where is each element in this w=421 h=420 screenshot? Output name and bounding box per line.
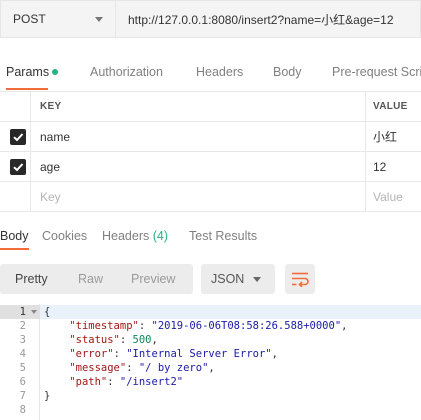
header-check-cell: [0, 92, 31, 121]
line-number: 1: [0, 305, 40, 319]
json-value: "2019-06-06T08:58:26.588+0000": [151, 320, 342, 332]
request-tabs: Params Authorization Headers Body Pre-re…: [0, 54, 421, 90]
json-key: "error": [69, 348, 114, 360]
tab-params-label: Params: [6, 65, 50, 79]
params-table-header: KEY VALUE: [0, 91, 421, 122]
json-key: "status": [69, 334, 120, 346]
line-number: 5: [19, 362, 26, 374]
tab-pre-request-script[interactable]: Pre-request Scri: [332, 54, 421, 90]
code-line: "timestamp": "2019-06-06T08:58:26.588+00…: [69, 320, 348, 332]
line-number-gutter: 1 2 3 4 5 6 7 8: [0, 304, 40, 420]
column-header-value: VALUE: [373, 101, 408, 112]
params-table: KEY VALUE name 小红 age 12 Key Value: [0, 91, 421, 212]
json-value: "/insert2": [119, 376, 184, 388]
preview-button[interactable]: Preview: [131, 264, 175, 294]
line-number: 7: [19, 390, 26, 402]
param-value-input[interactable]: 小红: [366, 122, 421, 151]
json-key: "path": [69, 376, 108, 388]
new-key-input[interactable]: Key: [31, 182, 366, 211]
line-number: 3: [19, 334, 26, 346]
raw-button[interactable]: Raw: [78, 264, 103, 294]
wrap-lines-button[interactable]: [285, 264, 315, 294]
fold-arrow-icon[interactable]: [31, 310, 37, 314]
column-header-key: KEY: [31, 92, 366, 121]
code-line: "error": "Internal Server Error",: [69, 348, 278, 360]
table-row: name 小红: [0, 122, 421, 152]
tab-headers[interactable]: Headers: [196, 54, 243, 90]
code-line: }: [44, 389, 50, 403]
response-body-viewer[interactable]: 1 2 3 4 5 6 7 8 { "timestamp": "2019-06-…: [0, 304, 421, 420]
code-line: "path": "/insert2": [69, 376, 184, 388]
method-label: POST: [13, 12, 46, 26]
chevron-down-icon: [95, 17, 103, 22]
line-number: 6: [19, 376, 26, 388]
tab-params[interactable]: Params: [6, 54, 59, 90]
open-brace: {: [44, 306, 51, 318]
row-check-cell: [0, 182, 31, 211]
json-value: "Internal Server Error": [126, 348, 272, 360]
method-select[interactable]: POST: [0, 0, 116, 38]
view-mode-group: Pretty Raw Preview: [0, 264, 193, 294]
wrap-lines-icon: [292, 272, 309, 287]
param-value-input[interactable]: 12: [366, 152, 421, 181]
line-number: 8: [19, 404, 26, 416]
row-check-cell: [0, 152, 31, 181]
table-row-empty: Key Value: [0, 182, 421, 212]
tab-cookies[interactable]: Cookies: [42, 224, 87, 250]
tab-response-headers[interactable]: Headers (4): [102, 224, 168, 250]
format-select[interactable]: JSON: [201, 264, 275, 294]
response-toolbar: Pretty Raw Preview JSON: [0, 264, 421, 296]
url-input[interactable]: http://127.0.0.1:8080/insert2?name=小红&ag…: [116, 0, 421, 38]
row-checkbox[interactable]: [10, 159, 26, 175]
json-value: "/ by zero": [138, 362, 209, 374]
tab-test-results[interactable]: Test Results: [189, 224, 257, 250]
json-key: "message": [69, 362, 127, 374]
line-number: 4: [19, 348, 26, 360]
tab-response-body[interactable]: Body: [0, 224, 29, 250]
row-check-cell: [0, 122, 31, 151]
param-key-input[interactable]: name: [31, 122, 366, 151]
chevron-down-icon: [253, 277, 261, 282]
request-bar: POST http://127.0.0.1:8080/insert2?name=…: [0, 0, 421, 40]
json-value: 500: [132, 334, 152, 346]
json-comma: ,: [151, 334, 158, 346]
checkmark-icon: [13, 163, 24, 172]
tab-authorization[interactable]: Authorization: [90, 54, 163, 90]
json-comma: ,: [341, 320, 348, 332]
param-key-input[interactable]: age: [31, 152, 366, 181]
close-brace: }: [44, 390, 51, 402]
checkmark-icon: [13, 133, 24, 142]
pretty-button[interactable]: Pretty: [15, 264, 48, 294]
json-comma: ,: [271, 348, 278, 360]
table-row: age 12: [0, 152, 421, 182]
json-comma: ,: [208, 362, 215, 374]
code-line: "status": 500,: [69, 334, 158, 346]
new-value-input[interactable]: Value: [366, 182, 421, 211]
response-tabs: Body Cookies Headers (4) Test Results: [0, 224, 421, 250]
tab-response-headers-label: Headers: [102, 229, 150, 243]
code-line: "message": "/ by zero",: [69, 362, 215, 374]
format-label: JSON: [211, 272, 245, 286]
line-number-text: 1: [19, 306, 26, 318]
code-line: {: [40, 305, 421, 319]
headers-count-badge: (4): [152, 229, 169, 243]
line-number: 2: [19, 320, 26, 332]
active-dot-icon: [52, 69, 59, 75]
json-key: "timestamp": [69, 320, 139, 332]
row-checkbox[interactable]: [10, 129, 26, 145]
tab-body[interactable]: Body: [273, 54, 302, 90]
